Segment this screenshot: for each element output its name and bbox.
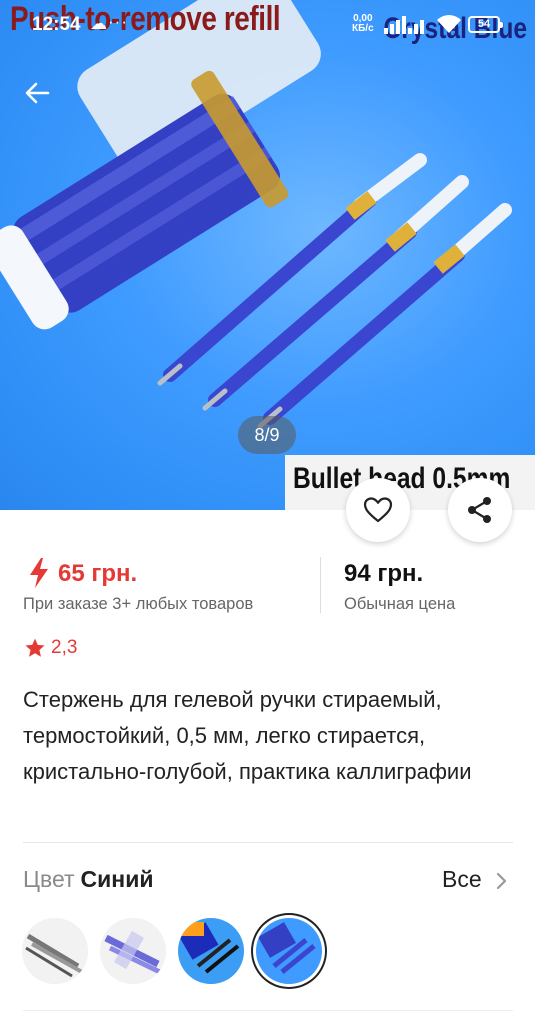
sale-price-condition: При заказе 3+ любых товаров: [23, 595, 254, 613]
battery-icon: 54: [468, 16, 503, 33]
color-selector-label: Цвет Синий: [23, 866, 153, 893]
wifi-icon: [437, 15, 461, 33]
section-divider: [23, 842, 513, 843]
regular-price: 94 грн.: [344, 560, 424, 587]
back-button[interactable]: [18, 72, 60, 114]
network-speed-unit: КБ/с: [352, 23, 374, 34]
bolt-icon: [30, 558, 48, 588]
heart-icon: [363, 497, 393, 523]
regular-price-label: Обычная цена: [344, 595, 456, 613]
swatch-image: [100, 918, 166, 984]
color-swatch[interactable]: [22, 918, 88, 984]
sale-price: 65 грн.: [58, 560, 138, 587]
status-bar: 12:54 ☁ ··· 0,00 КБ/с 54: [0, 0, 535, 52]
favorite-button[interactable]: [346, 478, 410, 542]
color-selected-value: Синий: [80, 866, 154, 892]
star-icon: [25, 638, 45, 657]
battery-level: 54: [477, 18, 491, 30]
section-divider: [23, 1010, 513, 1011]
cloud-icon: ☁: [90, 14, 107, 33]
share-button[interactable]: [448, 478, 512, 542]
rating-value[interactable]: 2,3: [51, 637, 77, 659]
all-colors-link[interactable]: Все: [442, 866, 482, 893]
swatch-image: [256, 918, 322, 984]
product-title: Стержень для гелевой ручки стираемый, те…: [23, 687, 472, 784]
chevron-right-icon[interactable]: [495, 872, 507, 890]
signal-icon: [384, 16, 424, 34]
color-swatches: [22, 918, 522, 988]
color-swatch-selected[interactable]: [256, 918, 322, 984]
swatch-image: [178, 918, 244, 984]
color-swatch[interactable]: [100, 918, 166, 984]
status-time: 12:54: [32, 14, 81, 35]
color-swatch[interactable]: [178, 918, 244, 984]
arrow-left-icon: [25, 82, 50, 104]
network-speed: 0,00 КБ/с: [352, 14, 374, 34]
image-counter: 8/9: [238, 416, 296, 454]
color-label: Цвет: [23, 866, 75, 892]
price-divider: [320, 557, 321, 613]
swatch-image: [22, 918, 88, 984]
share-icon: [468, 497, 491, 523]
more-notifications-icon: ···: [108, 12, 128, 31]
